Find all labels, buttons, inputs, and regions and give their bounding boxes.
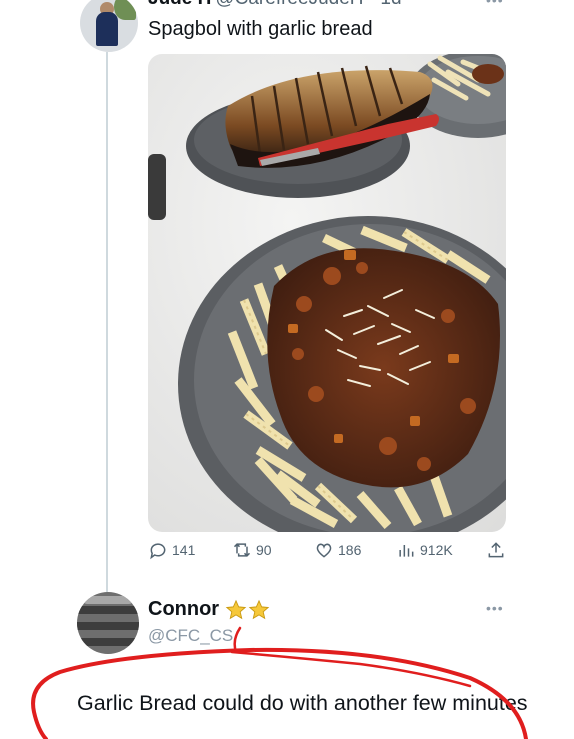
- reply-author-name[interactable]: Connor: [148, 598, 219, 621]
- share-button[interactable]: [486, 540, 510, 560]
- thread-line: [106, 52, 108, 604]
- reply-header: Connor: [148, 598, 271, 621]
- views-count: 912K: [420, 542, 453, 558]
- more-icon[interactable]: •••: [486, 0, 504, 8]
- spagbol-photo: [148, 54, 506, 532]
- tweet-actions: 141 90 186 912K: [148, 540, 506, 566]
- reply-author-handle[interactable]: @CFC_CS: [148, 626, 233, 646]
- avatar-sky: [83, 596, 133, 604]
- reply-avatar[interactable]: [77, 592, 139, 654]
- share-icon: [488, 542, 504, 558]
- tweet-photo[interactable]: [148, 54, 506, 532]
- views-icon: [399, 545, 414, 557]
- retweet-icon: [233, 543, 251, 557]
- avatar-stand: [77, 622, 139, 630]
- star-icon: [225, 599, 247, 619]
- like-icon: [316, 543, 332, 558]
- like-count: 186: [338, 542, 362, 558]
- like-button[interactable]: 186: [314, 540, 361, 560]
- author-handle[interactable]: @CarefreeJudeH · 1d: [215, 0, 401, 9]
- reply-count: 141: [172, 542, 196, 558]
- retweet-button[interactable]: 90: [232, 540, 272, 560]
- more-icon[interactable]: •••: [486, 600, 504, 616]
- tweet-text: Spagbol with garlic bread: [148, 18, 373, 40]
- reply-text: Garlic Bread could do with another few m…: [77, 691, 528, 715]
- author-name[interactable]: Jude H: [148, 0, 211, 9]
- views-button[interactable]: 912K: [396, 540, 453, 560]
- reply-button[interactable]: 141: [148, 540, 195, 560]
- avatar-figure: [96, 12, 118, 46]
- star-icon: [248, 599, 270, 619]
- avatar[interactable]: [80, 0, 138, 52]
- avatar-stand: [77, 606, 139, 614]
- avatar-stand: [77, 638, 139, 646]
- star-badges: [225, 599, 271, 621]
- tweet-header: Jude H @CarefreeJudeH · 1d: [148, 0, 402, 10]
- retweet-count: 90: [256, 542, 272, 558]
- reply-icon: [150, 543, 166, 560]
